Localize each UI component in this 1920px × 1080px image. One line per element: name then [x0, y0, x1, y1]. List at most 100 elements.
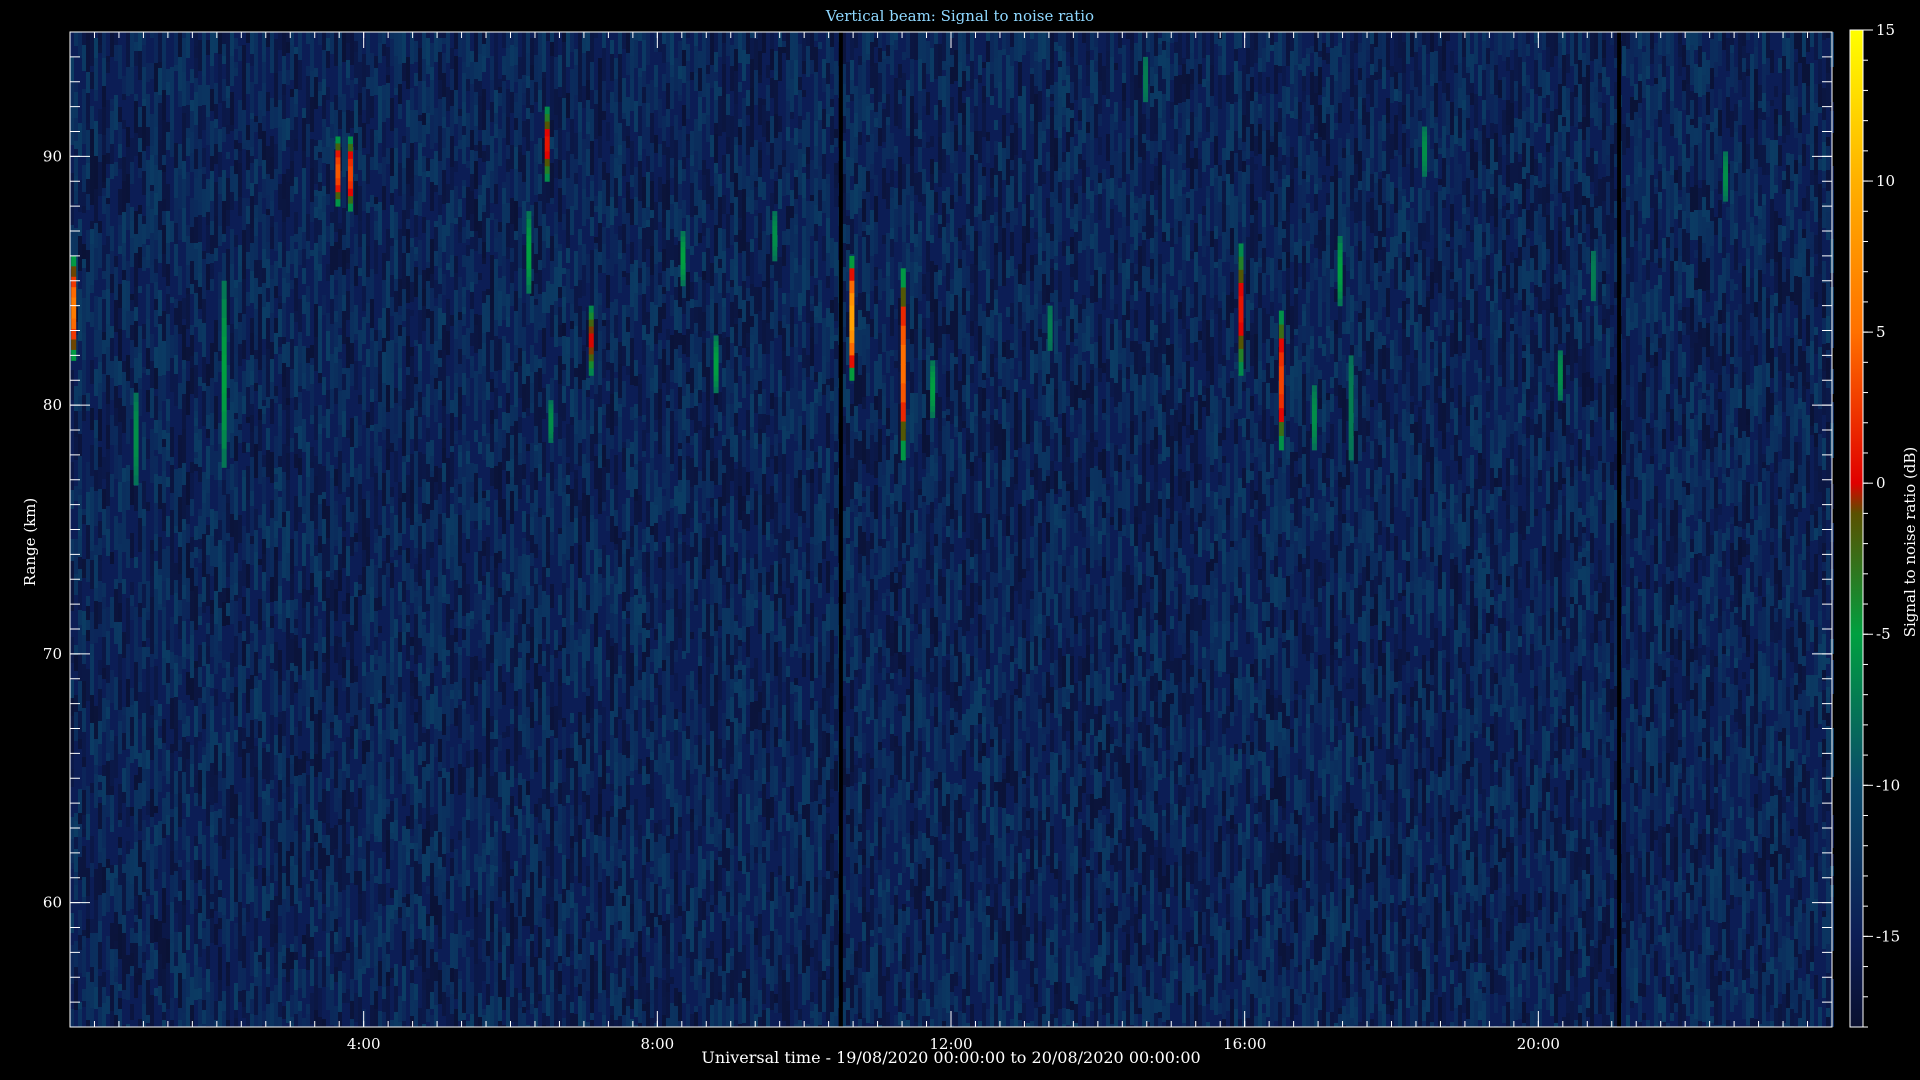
noise-cell — [306, 241, 310, 259]
noise-cell — [474, 890, 478, 917]
noise-cell — [206, 264, 210, 290]
noise-cell — [354, 582, 358, 597]
noise-cell — [550, 807, 554, 841]
noise-cell — [290, 755, 294, 764]
noise-cell — [186, 225, 190, 236]
noise-cell — [102, 457, 106, 479]
noise-cell — [526, 408, 530, 416]
noise-cell — [122, 270, 126, 280]
noise-cell — [358, 221, 362, 230]
noise-cell — [586, 51, 590, 80]
noise-cell — [122, 243, 126, 256]
noise-cell — [186, 128, 190, 138]
noise-cell — [382, 987, 386, 999]
noise-cell — [366, 303, 370, 323]
noise-cell — [502, 113, 506, 138]
noise-cell — [434, 952, 438, 962]
noise-cell — [562, 648, 566, 683]
noise-cell — [282, 56, 286, 84]
noise-cell — [382, 186, 386, 210]
noise-cell — [578, 954, 582, 960]
noise-cell — [330, 911, 334, 931]
noise-cell — [142, 134, 146, 151]
noise-cell — [410, 356, 414, 391]
noise-cell — [602, 817, 606, 841]
noise-cell — [606, 404, 610, 428]
noise-cell — [290, 705, 294, 735]
noise-cell — [490, 732, 494, 739]
noise-cell — [438, 602, 442, 608]
noise-cell — [114, 32, 118, 45]
noise-cell — [318, 182, 322, 191]
noise-cell — [254, 278, 258, 309]
noise-cell — [270, 924, 274, 947]
noise-cell — [346, 110, 350, 133]
noise-cell — [558, 87, 562, 97]
noise-cell — [390, 443, 394, 452]
noise-cell — [318, 644, 322, 677]
noise-cell — [426, 542, 430, 570]
noise-cell — [106, 665, 110, 683]
noise-cell — [554, 315, 558, 347]
noise-cell — [338, 819, 342, 825]
noise-cell — [438, 308, 442, 339]
noise-cell — [378, 330, 382, 351]
noise-cell — [458, 655, 462, 662]
noise-cell — [506, 203, 510, 223]
noise-cell — [158, 217, 162, 230]
noise-cell — [314, 196, 318, 207]
noise-cell — [450, 400, 454, 413]
noise-cell — [182, 737, 186, 772]
noise-cell — [494, 982, 498, 1015]
noise-cell — [274, 489, 278, 521]
noise-cell — [550, 876, 554, 897]
noise-cell — [578, 996, 582, 1026]
noise-cell — [426, 417, 430, 428]
noise-cell — [310, 202, 314, 222]
noise-cell — [610, 417, 614, 435]
noise-cell — [78, 837, 82, 857]
noise-cell — [294, 960, 298, 990]
noise-cell — [226, 1020, 230, 1027]
noise-cell — [266, 987, 270, 1004]
noise-cell — [102, 489, 106, 509]
noise-cell — [78, 1009, 82, 1027]
noise-cell — [294, 54, 298, 89]
noise-cell — [322, 653, 326, 662]
noise-cell — [210, 763, 214, 787]
noise-cell — [218, 743, 222, 771]
noise-cell — [426, 914, 430, 926]
noise-cell — [430, 542, 434, 558]
noise-cell — [86, 194, 90, 210]
noise-cell — [190, 977, 194, 1005]
noise-cell — [446, 772, 450, 792]
noise-cell — [334, 255, 338, 270]
noise-cell — [298, 888, 302, 901]
noise-cell — [102, 583, 106, 597]
noise-cell — [138, 152, 142, 168]
noise-cell — [238, 266, 242, 282]
noise-cell — [198, 794, 202, 806]
noise-cell — [582, 839, 586, 857]
noise-cell — [554, 479, 558, 494]
noise-cell — [462, 505, 466, 533]
noise-cell — [174, 728, 178, 751]
noise-cell — [194, 836, 198, 846]
noise-cell — [486, 289, 490, 295]
noise-cell — [98, 660, 102, 675]
noise-cell — [522, 599, 526, 624]
noise-cell — [298, 227, 302, 250]
noise-cell — [230, 56, 234, 86]
noise-cell — [482, 609, 486, 632]
noise-cell — [526, 119, 530, 151]
noise-cell — [474, 521, 478, 529]
noise-cell — [282, 547, 286, 578]
noise-cell — [522, 176, 526, 182]
noise-cell — [478, 32, 482, 54]
noise-cell — [382, 958, 386, 987]
noise-cell — [326, 313, 330, 331]
noise-cell — [110, 786, 114, 795]
noise-cell — [82, 333, 86, 360]
noise-cell — [478, 478, 482, 502]
noise-cell — [262, 329, 266, 339]
